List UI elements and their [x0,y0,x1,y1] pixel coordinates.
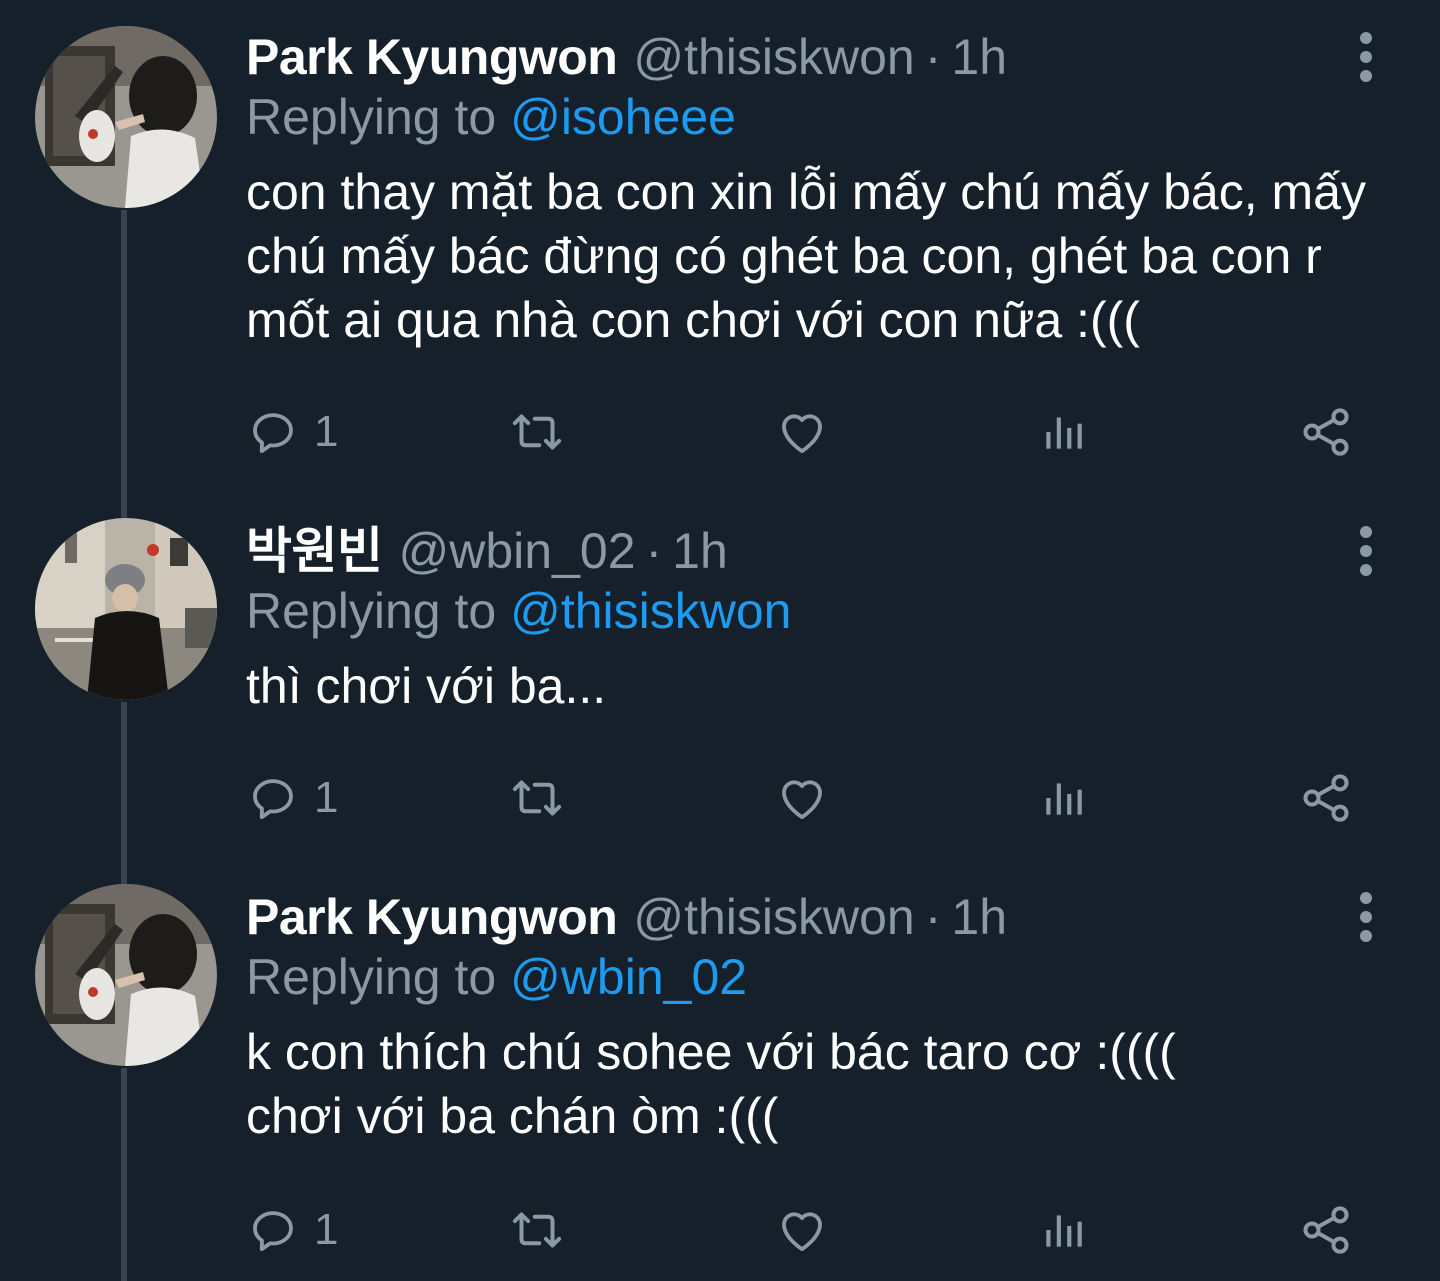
tweet-actions: 1 [246,1200,1366,1260]
avatar[interactable] [35,884,217,1066]
reply-count: 1 [314,407,339,456]
replying-to-label: Replying to [246,583,497,639]
views-icon [1046,417,1082,449]
avatar-image [35,884,217,1066]
tweet-header: Park Kyungwon @thisiskwon · 1h [246,22,1007,92]
timestamp[interactable]: 1h [672,516,728,586]
more-options-button[interactable] [1350,526,1382,576]
like-icon [782,1212,822,1252]
share-button[interactable] [1298,768,1354,828]
more-options-button[interactable] [1350,32,1382,82]
user-handle[interactable]: @thisiskwon [633,882,914,952]
user-handle[interactable]: @wbin_02 [399,516,636,586]
tweet-header: Park Kyungwon @thisiskwon · 1h [246,882,1007,952]
reply-count: 1 [314,1205,339,1254]
reply-button[interactable]: 1 [246,768,338,828]
tweet-text: con thay mặt ba con xin lỗi mấy chú mấy … [246,164,1366,348]
retweet-icon [512,780,562,816]
avatar[interactable] [35,518,217,700]
retweet-button[interactable] [506,1200,568,1260]
avatar-image [35,518,217,700]
reply-count: 1 [314,773,339,822]
tweet-text: thì chơi với ba... [246,658,607,714]
reply-button[interactable]: 1 [246,402,338,462]
display-name[interactable]: Park Kyungwon [246,22,618,92]
more-icon [1360,526,1372,538]
replying-to-handle[interactable]: @thisiskwon [510,583,791,639]
reply-icon [253,413,293,454]
avatar[interactable] [35,26,217,208]
user-handle[interactable]: @thisiskwon [633,22,914,92]
replying-to: Replying to @isoheee [246,84,736,150]
avatar-image [35,26,217,208]
share-icon [1303,408,1349,456]
share-icon [1303,774,1349,822]
retweet-button[interactable] [506,402,568,462]
replying-to-label: Replying to [246,89,497,145]
tweet-actions: 1 [246,768,1366,828]
like-icon [782,780,822,820]
views-button[interactable] [1038,768,1088,828]
separator-dot: · [645,523,663,579]
replying-to: Replying to @thisiskwon [246,578,791,644]
share-icon [1303,1206,1349,1254]
replying-to-label: Replying to [246,949,497,1005]
tweet-text: k con thích chú sohee với bác taro cơ :(… [246,1024,1176,1144]
reply-icon [253,779,293,820]
reply-button[interactable]: 1 [246,1200,338,1260]
more-options-button[interactable] [1350,892,1382,942]
separator-dot: · [924,29,942,85]
views-button[interactable] [1038,1200,1088,1260]
share-button[interactable] [1298,402,1354,462]
display-name[interactable]: 박원빈 [246,516,383,586]
retweet-button[interactable] [506,768,568,828]
replying-to-handle[interactable]: @isoheee [510,89,736,145]
replying-to-handle[interactable]: @wbin_02 [510,949,747,1005]
tweet[interactable]: Park Kyungwon @thisiskwon · 1h Replying … [0,882,1440,1281]
separator-dot: · [924,889,942,945]
timestamp[interactable]: 1h [951,22,1007,92]
retweet-icon [512,1212,562,1248]
reply-icon [253,1211,293,1252]
tweet[interactable]: 박원빈 @wbin_02 · 1h Replying to @thisiskwo… [0,516,1440,856]
tweet-header: 박원빈 @wbin_02 · 1h [246,516,728,586]
tweet[interactable]: Park Kyungwon @thisiskwon · 1h Replying … [0,22,1440,492]
like-button[interactable] [774,402,830,462]
replying-to: Replying to @wbin_02 [246,944,747,1010]
share-button[interactable] [1298,1200,1354,1260]
like-button[interactable] [774,1200,830,1260]
like-button[interactable] [774,768,830,828]
views-icon [1046,1215,1082,1247]
like-icon [782,414,822,454]
more-icon [1360,892,1372,904]
display-name[interactable]: Park Kyungwon [246,882,618,952]
views-icon [1046,783,1082,815]
more-icon [1360,32,1372,44]
conversation-thread: Park Kyungwon @thisiskwon · 1h Replying … [0,0,1440,1281]
tweet-actions: 1 [246,402,1366,462]
retweet-icon [512,414,562,450]
timestamp[interactable]: 1h [951,882,1007,952]
views-button[interactable] [1038,402,1088,462]
